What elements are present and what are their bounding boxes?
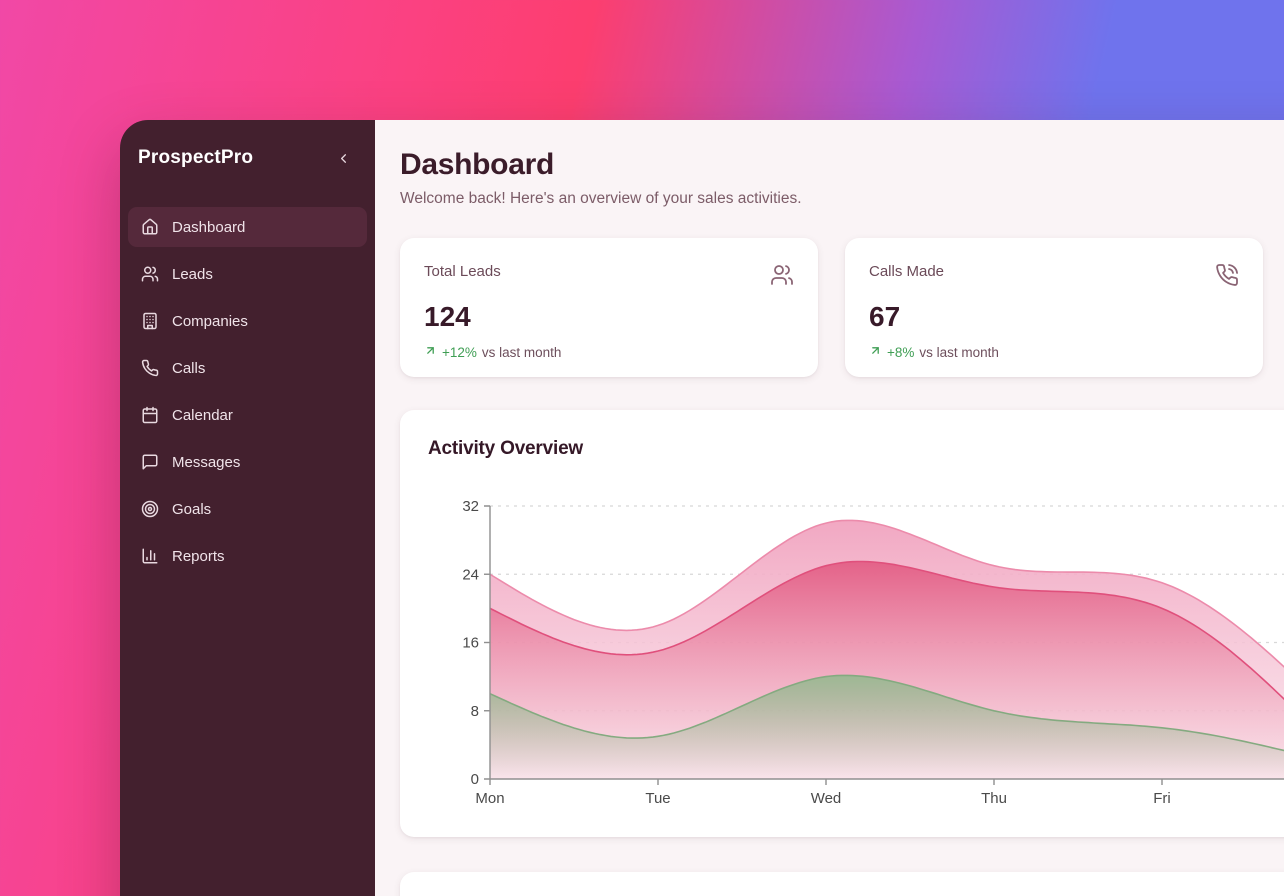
- trend-up-icon: [424, 344, 437, 360]
- bar-chart-icon: [141, 547, 159, 565]
- stat-label: Total Leads: [424, 263, 501, 280]
- phone-icon: [141, 359, 159, 377]
- svg-text:Mon: Mon: [475, 790, 504, 807]
- svg-text:Wed: Wed: [811, 790, 842, 807]
- sidebar-item-goals[interactable]: Goals: [128, 489, 367, 529]
- app-window: ProspectPro Dashboard Leads Companies Ca…: [120, 120, 1284, 896]
- sidebar-item-reports[interactable]: Reports: [128, 536, 367, 576]
- sidebar: ProspectPro Dashboard Leads Companies Ca…: [120, 120, 375, 896]
- svg-text:Fri: Fri: [1153, 790, 1171, 807]
- stat-change: +8%: [887, 345, 914, 360]
- phone-call-icon: [1215, 263, 1239, 292]
- activity-area-chart: 08162432MonTueWedThuFriSat: [400, 410, 1284, 837]
- sidebar-item-label: Dashboard: [172, 219, 245, 236]
- sidebar-collapse-button[interactable]: [333, 148, 353, 168]
- sidebar-nav: Dashboard Leads Companies Calls Calendar…: [120, 189, 375, 583]
- svg-text:Thu: Thu: [981, 790, 1007, 807]
- stat-value: 67: [869, 301, 1239, 333]
- partial-bottom-card: [400, 872, 1284, 896]
- sidebar-item-calendar[interactable]: Calendar: [128, 395, 367, 435]
- sidebar-item-label: Calendar: [172, 407, 233, 424]
- chevron-left-icon: [336, 151, 351, 166]
- sidebar-item-label: Calls: [172, 360, 205, 377]
- svg-text:24: 24: [462, 566, 479, 583]
- calendar-icon: [141, 406, 159, 424]
- house-icon: [141, 218, 159, 236]
- activity-overview-card: Activity Overview 08162432MonTueWedThuFr…: [400, 410, 1284, 837]
- stat-card-calls-made: Calls Made 67 +8% vs last month: [845, 238, 1263, 377]
- stat-change: +12%: [442, 345, 477, 360]
- sidebar-item-messages[interactable]: Messages: [128, 442, 367, 482]
- svg-text:16: 16: [462, 635, 479, 652]
- sidebar-item-label: Reports: [172, 548, 225, 565]
- page-subtitle: Welcome back! Here's an overview of your…: [400, 190, 1284, 208]
- message-icon: [141, 453, 159, 471]
- sidebar-item-label: Companies: [172, 313, 248, 330]
- brand-logo: ProspectPro: [138, 147, 253, 169]
- sidebar-header: ProspectPro: [120, 120, 375, 189]
- sidebar-item-label: Goals: [172, 501, 211, 518]
- sidebar-item-leads[interactable]: Leads: [128, 254, 367, 294]
- sidebar-item-companies[interactable]: Companies: [128, 301, 367, 341]
- building-icon: [141, 312, 159, 330]
- svg-text:0: 0: [471, 771, 479, 788]
- sidebar-item-dashboard[interactable]: Dashboard: [128, 207, 367, 247]
- users-icon: [141, 265, 159, 283]
- page-title: Dashboard: [400, 148, 1284, 182]
- target-icon: [141, 500, 159, 518]
- sidebar-item-label: Messages: [172, 454, 240, 471]
- svg-text:32: 32: [462, 498, 479, 515]
- svg-text:8: 8: [471, 703, 479, 720]
- svg-text:Tue: Tue: [645, 790, 670, 807]
- main-content: Dashboard Welcome back! Here's an overvi…: [375, 120, 1284, 896]
- stat-label: Calls Made: [869, 263, 944, 280]
- users-icon: [770, 263, 794, 292]
- stat-change-suffix: vs last month: [482, 345, 562, 360]
- trend-up-icon: [869, 344, 882, 360]
- sidebar-item-calls[interactable]: Calls: [128, 348, 367, 388]
- stats-grid: Total Leads 124 +12% vs last month Calls: [400, 238, 1284, 377]
- stat-value: 124: [424, 301, 794, 333]
- sidebar-item-label: Leads: [172, 266, 213, 283]
- stat-change-suffix: vs last month: [919, 345, 999, 360]
- stat-card-total-leads: Total Leads 124 +12% vs last month: [400, 238, 818, 377]
